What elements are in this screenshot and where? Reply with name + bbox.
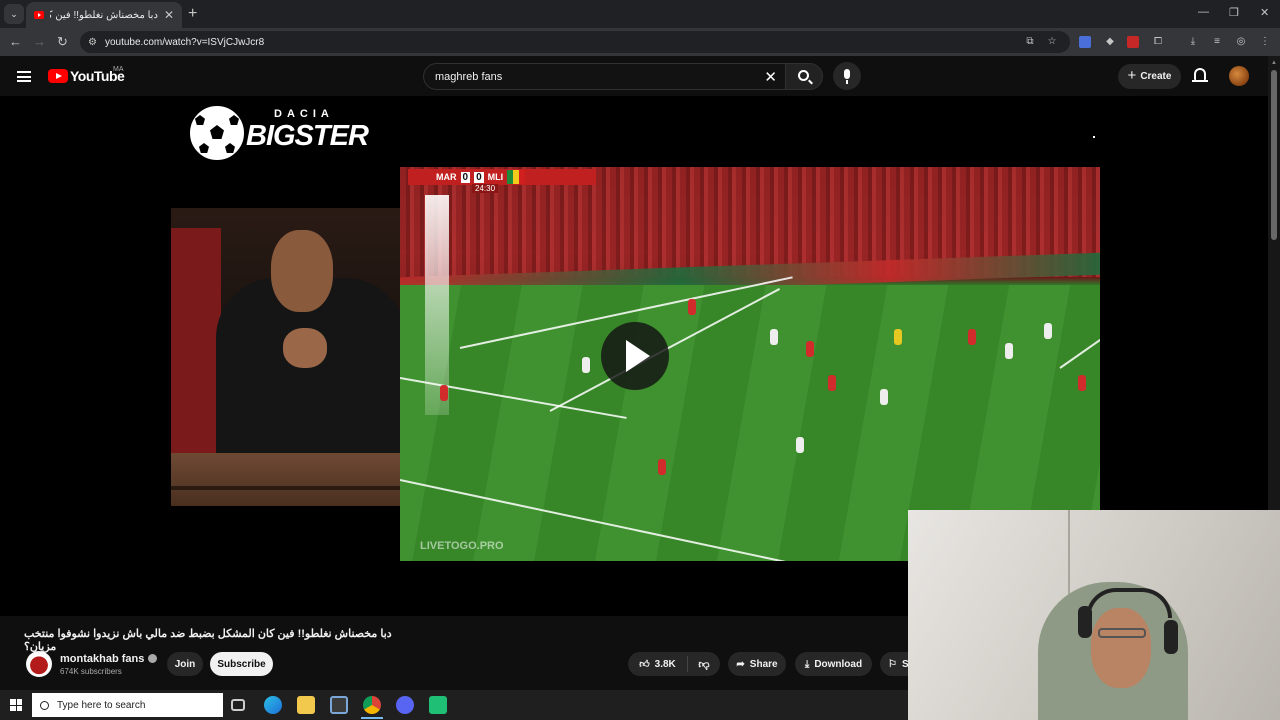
download-button[interactable]: ⤓ Download	[795, 652, 872, 676]
app-icon[interactable]	[429, 696, 447, 714]
subscriber-count: 674K subscribers	[60, 667, 122, 676]
tab-search-icon[interactable]: ⌄	[4, 4, 24, 24]
back-icon[interactable]: ←	[9, 34, 22, 49]
country-code: MA	[113, 66, 124, 73]
share-icon: ➦	[736, 658, 745, 670]
install-app-icon[interactable]: ⧉	[1024, 36, 1036, 48]
windows-start-icon[interactable]	[10, 699, 22, 711]
away-score: 0	[474, 171, 484, 183]
task-view-icon[interactable]	[231, 699, 245, 711]
chrome-menu-icon[interactable]: ⋮	[1259, 36, 1271, 48]
share-button[interactable]: ➦ Share	[728, 652, 786, 676]
minimize-icon[interactable]: —	[1198, 6, 1209, 18]
scroll-up-icon[interactable]: ▲	[1271, 60, 1277, 66]
plus-icon: +	[1127, 67, 1137, 84]
youtube-favicon-icon	[34, 11, 44, 19]
play-button[interactable]	[601, 322, 669, 390]
store-icon[interactable]	[330, 696, 348, 714]
match-clock: 24:30	[472, 184, 499, 193]
search-input[interactable]: maghreb fans ✕	[423, 63, 785, 90]
search-button[interactable]	[785, 63, 823, 90]
voice-search-icon[interactable]	[833, 62, 861, 90]
share-label: Share	[749, 658, 778, 670]
create-button[interactable]: + Create	[1118, 64, 1181, 89]
extensions-puzzle-icon[interactable]: ⧠	[1152, 36, 1164, 48]
video-title: دبا مخصناش نغلطو!! فين كان المشكل بضبط ض…	[24, 628, 392, 653]
browser-toolbar: ← → ↻ ⚙ youtube.com/watch?v=ISVjCJwJcr8 …	[0, 28, 1280, 56]
downloads-icon[interactable]: ⤓	[1187, 36, 1199, 48]
channel-name[interactable]: montakhab fans	[60, 653, 158, 665]
bookmark-star-icon[interactable]: ☆	[1046, 36, 1058, 48]
create-label: Create	[1140, 71, 1172, 82]
verified-icon	[148, 654, 158, 663]
clear-search-icon[interactable]: ✕	[764, 68, 777, 86]
download-icon: ⤓	[804, 658, 810, 670]
thumbs-up-icon: 👍︎	[639, 659, 650, 670]
translate-extension-icon[interactable]	[1079, 36, 1091, 48]
home-team: MAR	[436, 172, 457, 182]
window-close-icon[interactable]: ✕	[1260, 6, 1269, 19]
dacia-bigster-logo: DACIA BIGSTER	[190, 106, 369, 162]
subscribe-button[interactable]: Subscribe	[210, 652, 273, 676]
profile-icon[interactable]: ◎	[1235, 36, 1247, 48]
tab-title: دبا مخصناش نغلطو!! فين كا...	[50, 9, 158, 21]
tab-close-icon[interactable]: ✕	[164, 8, 174, 22]
reload-icon[interactable]: ↻	[57, 34, 68, 50]
bookmark-icon: ⚐	[888, 658, 897, 670]
away-team: MLI	[487, 172, 504, 182]
tab-youtube[interactable]: دبا مخصناش نغلطو!! فين كا... ✕	[26, 2, 182, 28]
taskbar-search-placeholder: Type here to search	[57, 699, 146, 711]
like-dislike-group: 👍︎ 3.8K 👎︎	[628, 652, 720, 676]
dislike-button[interactable]: 👎︎	[688, 658, 720, 671]
new-tab-button[interactable]: +	[188, 5, 197, 23]
presenter-video-inset	[171, 208, 400, 506]
extension-icon[interactable]: ◆	[1104, 36, 1116, 48]
taskbar-search-input[interactable]: Type here to search	[32, 693, 223, 717]
url-text: youtube.com/watch?v=ISVjCJwJcr8	[104, 36, 265, 48]
extension-red-icon[interactable]	[1127, 36, 1139, 48]
match-footage: MAR 0 0 MLI 24:30	[400, 167, 1100, 561]
chrome-icon[interactable]	[363, 696, 381, 714]
channel-name-text: montakhab fans	[60, 653, 145, 665]
site-info-icon[interactable]: ⚙	[88, 37, 97, 48]
like-button[interactable]: 👍︎ 3.8K	[628, 656, 688, 672]
home-score: 0	[460, 171, 471, 183]
watermark: LIVETOGO.PRO	[420, 540, 504, 552]
edge-icon[interactable]	[264, 696, 282, 714]
football-icon	[190, 106, 244, 160]
thumbs-down-icon: 👎︎	[698, 658, 710, 671]
download-label: Download	[814, 658, 863, 670]
account-avatar[interactable]	[1229, 66, 1249, 86]
file-explorer-icon[interactable]	[297, 696, 315, 714]
brand-top-text: DACIA	[274, 108, 334, 120]
channel-avatar[interactable]	[26, 651, 52, 677]
mali-flag-icon	[507, 170, 526, 184]
match-scoreboard: MAR 0 0 MLI 24:30	[400, 167, 610, 193]
address-bar[interactable]: ⚙ youtube.com/watch?v=ISVjCJwJcr8	[80, 31, 1070, 53]
youtube-logo-icon[interactable]	[48, 69, 68, 83]
media-control-icon[interactable]: ≡	[1211, 36, 1223, 48]
stray-dot	[1093, 136, 1095, 138]
join-button[interactable]: Join	[167, 652, 203, 676]
scrollbar-thumb[interactable]	[1271, 70, 1277, 240]
discord-icon[interactable]	[396, 696, 414, 714]
browser-tabstrip: ⌄ دبا مخصناش نغلطو!! فين كا... ✕ + — ❐ ✕	[0, 0, 1280, 28]
restore-icon[interactable]: ❐	[1229, 6, 1239, 19]
webcam-overlay	[908, 510, 1280, 720]
search-value: maghreb fans	[435, 71, 503, 83]
taskbar-search-icon	[40, 700, 49, 710]
forward-icon[interactable]: →	[33, 34, 46, 49]
search-icon	[798, 70, 809, 81]
notifications-icon[interactable]	[1192, 68, 1208, 82]
brand-name-text: BIGSTER	[246, 120, 369, 152]
menu-icon[interactable]	[17, 71, 31, 82]
chrome-active-indicator	[361, 717, 383, 719]
like-count: 3.8K	[654, 658, 676, 670]
